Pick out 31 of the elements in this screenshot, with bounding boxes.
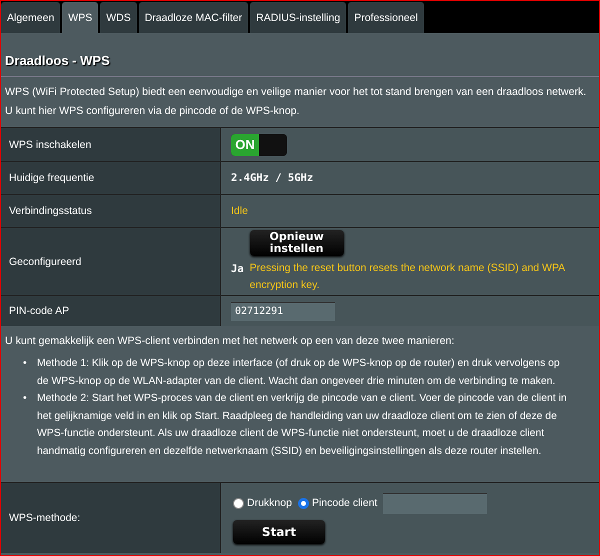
- radio-button[interactable]: [233, 498, 244, 508]
- bullet: •: [23, 392, 28, 406]
- page-title: Draadloos - WPS: [1, 33, 599, 77]
- tab[interactable]: RADIUS-instelling: [250, 2, 346, 33]
- setting-label: Verbindingsstatus: [9, 205, 92, 217]
- configured-value: Ja: [231, 262, 244, 274]
- reset-note: Pressing the reset button resets the network name (SSID) and WPA encryption key.: [250, 260, 566, 292]
- tab[interactable]: Professioneel: [348, 2, 424, 33]
- tab[interactable]: WDS: [100, 2, 137, 33]
- method-item: Methode 1: Klik op de WPS-knop op deze interface (of druk op de WPS-knop op de router) en druk vervolgens op de WPS-knop op de WLAN-adapter van de client. Wacht dan ongeveer drie minuten om de verbinding te maken.: [37, 357, 561, 388]
- method-item: Methode 2: Start het WPS-proces van de client en verkrijg de pincode van e client. Voer de pincode van de client in het gelijknamige veld in en klik op Start. Raadpleeg de handleiding van uw draadloze client om te zien of deze de WPS-functie ondersteunt. Als uw draadloze client de WPS-functie niet ondersteunt, moet u de draadloze client handmatig configureren en dezelfde netwerknaam (SSID) en beveiligingsinstellingen als deze router instellen.: [37, 392, 568, 458]
- start-button[interactable]: Start: [233, 520, 325, 544]
- setting-label: PIN-code AP: [9, 305, 70, 317]
- status-value: Idle: [231, 205, 248, 217]
- reset-button[interactable]: Opnieuw instellen: [250, 230, 344, 256]
- intro-text: WPS (WiFi Protected Setup) biedt een eenvoudige en veilige manier voor het tot stand brengen van een draadloos netwerk. U kunt hier WPS configureren via de pincode of de WPS-knop.: [4, 85, 588, 119]
- radio-label: Pincode client: [312, 497, 378, 509]
- radio-label: Drukknop: [247, 497, 292, 509]
- tab[interactable]: WPS: [62, 2, 98, 33]
- setting-label: WPS inschakelen: [9, 138, 92, 150]
- tab[interactable]: Draadloze MAC-filter: [138, 2, 248, 33]
- setting-label: WPS-methode:: [9, 512, 80, 524]
- frequency-value: 2.4GHz / 5GHz: [231, 172, 314, 184]
- radio-button[interactable]: [298, 498, 309, 508]
- methods-intro: U kunt gemakkelijk een WPS-client verbinden met het netwerk op een van deze twee manieren:: [4, 334, 456, 349]
- setting-label: Geconfigureerd: [9, 256, 82, 268]
- pin-field[interactable]: 02712291: [231, 302, 335, 320]
- pin-input-field[interactable]: [383, 492, 488, 514]
- bullet: •: [23, 357, 28, 371]
- tab[interactable]: Algemeen: [1, 2, 60, 33]
- setting-label: Huidige frequentie: [9, 172, 94, 184]
